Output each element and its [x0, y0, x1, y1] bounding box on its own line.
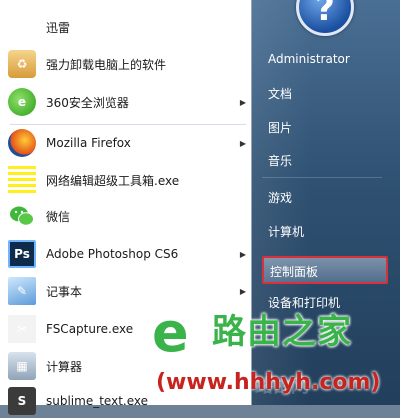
program-item-toolbox[interactable]: 网络编辑超级工具箱.exe: [8, 163, 248, 197]
program-item-xunlei[interactable]: ✈ 迅雷: [8, 10, 248, 44]
toolbox-yellow-icon: [8, 166, 36, 194]
sublime-text-icon: S: [8, 387, 36, 415]
program-item-photoshop[interactable]: Ps Adobe Photoshop CS6 ▶: [8, 237, 248, 271]
program-label: 网络编辑超级工具箱.exe: [46, 173, 180, 188]
wechat-icon: [8, 202, 36, 230]
right-item-pictures[interactable]: 图片: [262, 114, 390, 142]
watermark-url: (www.hhhyh.com): [156, 370, 381, 395]
program-item-wechat[interactable]: 微信: [8, 199, 248, 233]
fscapture-icon: ✂: [8, 315, 36, 343]
program-label: Adobe Photoshop CS6: [46, 247, 179, 261]
program-label: 记事本: [46, 284, 83, 299]
watermark-site-name: 路由之家: [212, 312, 352, 352]
program-label: 强力卸载电脑上的软件: [46, 57, 167, 72]
watermark-logo-icon: e: [152, 301, 189, 364]
right-item-administrator[interactable]: Administrator: [262, 45, 390, 73]
xunlei-bird-icon: ✈: [16, 20, 28, 34]
uninstall-box-icon: ♻: [8, 50, 36, 78]
submenu-arrow-icon[interactable]: ▶: [238, 287, 248, 296]
photoshop-icon: Ps: [8, 240, 36, 268]
submenu-arrow-icon[interactable]: ▶: [238, 98, 248, 107]
notepad-icon: ✎: [8, 277, 36, 305]
program-item-notepad[interactable]: ✎ 记事本 ▶: [8, 274, 248, 308]
right-divider: [262, 177, 382, 178]
program-item-firefox[interactable]: Mozilla Firefox ▶: [8, 126, 248, 160]
right-item-music[interactable]: 音乐: [262, 147, 390, 175]
right-item-computer[interactable]: 计算机: [262, 218, 390, 246]
program-label: Mozilla Firefox: [46, 136, 131, 150]
program-label: 迅雷: [46, 20, 71, 35]
program-item-uninstaller[interactable]: ♻ 强力卸载电脑上的软件: [8, 47, 248, 81]
calculator-icon: ▦: [8, 352, 36, 380]
firefox-icon: [8, 129, 36, 157]
program-label: 微信: [46, 209, 71, 224]
360-browser-icon: e: [8, 88, 36, 116]
submenu-arrow-icon[interactable]: ▶: [238, 139, 248, 148]
right-item-games[interactable]: 游戏: [262, 184, 390, 212]
program-item-360-browser[interactable]: e 360安全浏览器 ▶: [8, 85, 248, 119]
submenu-arrow-icon[interactable]: ▶: [238, 250, 248, 259]
program-label: 360安全浏览器: [46, 95, 129, 110]
right-item-control-panel[interactable]: 控制面板: [262, 256, 388, 284]
right-item-documents[interactable]: 文档: [262, 80, 390, 108]
menu-divider: [10, 124, 246, 125]
